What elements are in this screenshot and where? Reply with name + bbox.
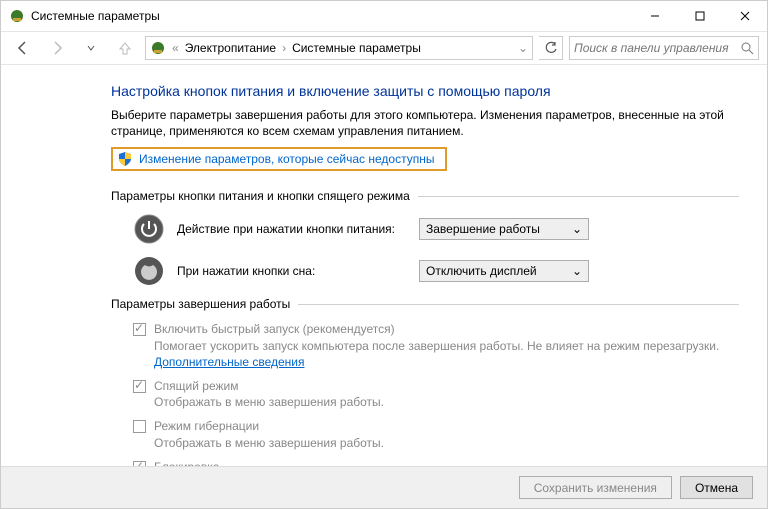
search-box[interactable]	[569, 36, 759, 60]
chevron-down-icon: ⌄	[572, 222, 582, 236]
chevron-down-icon: ⌄	[572, 264, 582, 278]
power-button-label: Действие при нажатии кнопки питания:	[177, 222, 407, 236]
fast-startup-option: Включить быстрый запуск (рекомендуется) …	[133, 321, 739, 370]
lock-option: Блокировка Отображать в меню учетной зап…	[133, 459, 739, 466]
maximize-button[interactable]	[677, 1, 722, 31]
sleep-button-select[interactable]: Отключить дисплей⌄	[419, 260, 589, 282]
shield-icon	[117, 151, 133, 167]
checkbox[interactable]	[133, 420, 146, 433]
up-button[interactable]	[111, 36, 139, 60]
close-button[interactable]	[722, 1, 767, 31]
power-button-icon	[133, 213, 165, 245]
power-button-select[interactable]: Завершение работы⌄	[419, 218, 589, 240]
power-options-icon	[9, 8, 25, 24]
option-title: Включить быстрый запуск (рекомендуется)	[154, 321, 739, 337]
sleep-button-label: При нажатии кнопки сна:	[177, 264, 407, 278]
section-header: Параметры завершения работы	[111, 297, 739, 311]
history-dropdown[interactable]	[77, 36, 105, 60]
checkbox[interactable]	[133, 323, 146, 336]
chevron-right-icon: ›	[282, 41, 286, 55]
option-title: Режим гибернации	[154, 418, 384, 434]
sleep-button-row: При нажатии кнопки сна: Отключить диспле…	[133, 255, 739, 287]
option-subtitle: Отображать в меню завершения работы.	[154, 394, 384, 410]
breadcrumb-item[interactable]: Системные параметры	[292, 41, 421, 55]
titlebar: Системные параметры	[1, 1, 767, 31]
learn-more-link[interactable]: Дополнительные сведения	[154, 355, 304, 369]
search-input[interactable]	[574, 41, 740, 55]
breadcrumb-item[interactable]: Электропитание	[185, 41, 276, 55]
content-area: Настройка кнопок питания и включение защ…	[1, 65, 767, 466]
chevron-down-icon[interactable]: ⌄	[518, 41, 528, 55]
admin-link-highlight: Изменение параметров, которые сейчас нед…	[111, 147, 447, 171]
section-header: Параметры кнопки питания и кнопки спящег…	[111, 189, 739, 203]
sleep-button-icon	[133, 255, 165, 287]
power-options-icon	[150, 40, 166, 56]
breadcrumb-prefix: «	[172, 41, 179, 55]
navbar: « Электропитание › Системные параметры ⌄	[1, 31, 767, 65]
address-bar[interactable]: « Электропитание › Системные параметры ⌄	[145, 36, 533, 60]
cancel-button[interactable]: Отмена	[680, 476, 753, 499]
hibernate-option: Режим гибернации Отображать в меню завер…	[133, 418, 739, 450]
option-title: Блокировка	[154, 459, 406, 466]
option-subtitle: Отображать в меню завершения работы.	[154, 435, 384, 451]
change-unavailable-settings-link[interactable]: Изменение параметров, которые сейчас нед…	[139, 152, 435, 166]
refresh-button[interactable]	[539, 36, 563, 60]
back-button[interactable]	[9, 36, 37, 60]
page-instruction: Выберите параметры завершения работы для…	[111, 107, 739, 139]
power-button-row: Действие при нажатии кнопки питания: Зав…	[133, 213, 739, 245]
search-icon	[740, 41, 754, 55]
sleep-option: Спящий режим Отображать в меню завершени…	[133, 378, 739, 410]
footer: Сохранить изменения Отмена	[1, 466, 767, 508]
minimize-button[interactable]	[632, 1, 677, 31]
option-subtitle: Помогает ускорить запуск компьютера посл…	[154, 339, 719, 353]
checkbox[interactable]	[133, 380, 146, 393]
option-title: Спящий режим	[154, 378, 384, 394]
window-title: Системные параметры	[31, 9, 160, 23]
save-button[interactable]: Сохранить изменения	[519, 476, 672, 499]
forward-button[interactable]	[43, 36, 71, 60]
page-heading: Настройка кнопок питания и включение защ…	[111, 83, 739, 99]
